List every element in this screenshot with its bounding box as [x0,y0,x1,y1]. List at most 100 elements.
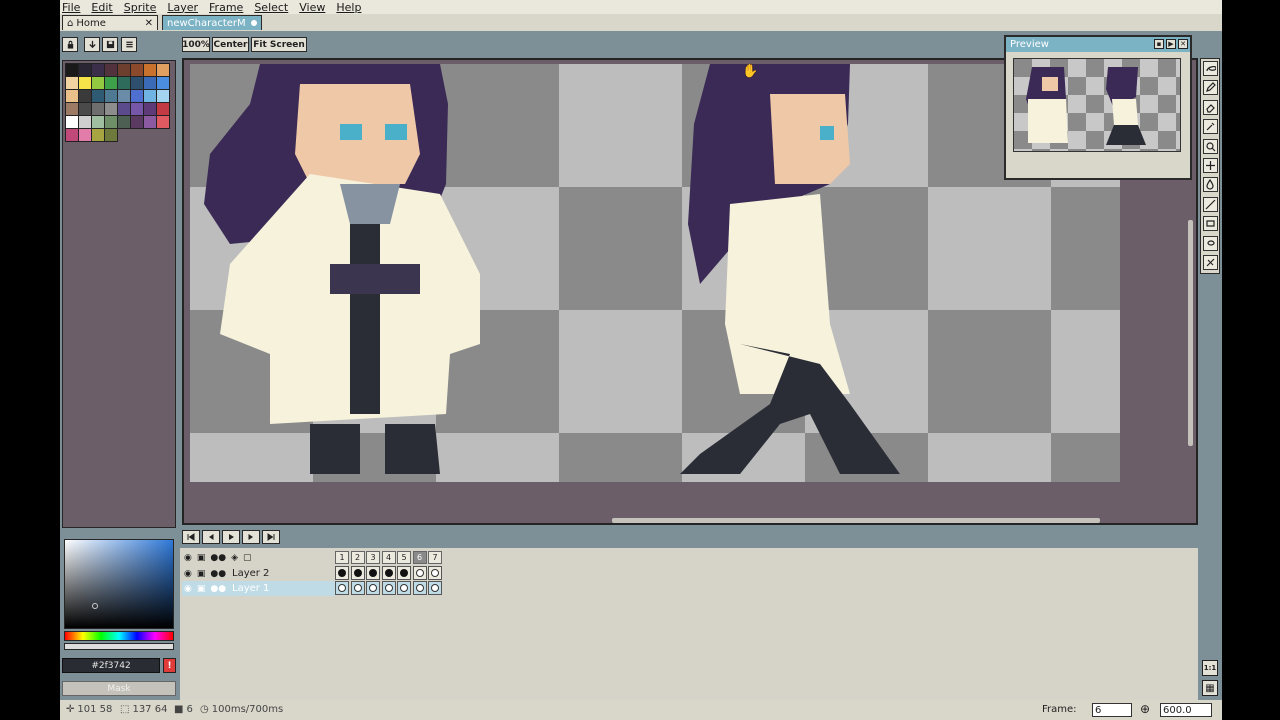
cel[interactable] [412,581,427,595]
one-to-one-button[interactable]: 1:1 [1202,660,1218,676]
palette-swatch[interactable] [104,128,118,142]
zoom-100-button[interactable]: 100% [182,37,210,52]
frame-header[interactable]: 3 [366,551,380,564]
palette-swatch[interactable] [104,102,118,116]
hex-color-field[interactable]: #2f3742 [62,658,160,673]
palette-swatch[interactable] [65,89,79,103]
palette-swatch[interactable] [91,115,105,129]
cel[interactable] [428,566,442,580]
palette-swatch[interactable] [78,102,92,116]
blur-tool-button[interactable] [1203,235,1218,251]
cel[interactable] [350,581,365,595]
palette-swatch[interactable] [65,63,79,77]
rectangle-tool-button[interactable] [1203,216,1218,232]
palette-swatch[interactable] [143,63,157,77]
close-icon[interactable]: ✕ [145,18,153,29]
layer-blend-icon[interactable]: ◈ [231,553,238,563]
palette-swatch[interactable] [117,76,131,90]
palette-swatch[interactable] [130,63,144,77]
eye-icon[interactable]: ◉ [184,584,192,594]
palette-swatch[interactable] [78,63,92,77]
palette-swatch[interactable] [130,115,144,129]
menu-help[interactable]: Help [336,1,361,14]
cel[interactable] [350,566,365,580]
menu-frame[interactable]: Frame [209,1,243,14]
center-button[interactable]: Center [212,37,249,52]
palette-swatch[interactable] [143,115,157,129]
palette-swatch[interactable] [117,63,131,77]
palette-swatch[interactable] [143,76,157,90]
palette-swatch[interactable] [156,63,170,77]
frame-header[interactable]: 2 [350,551,365,564]
cel[interactable] [381,581,396,595]
fill-tool-button[interactable] [1203,177,1218,193]
menu-file[interactable]: File [62,1,80,14]
palette-swatch[interactable] [117,89,131,103]
palette-swatch[interactable] [91,76,105,90]
palette-swatch[interactable] [130,76,144,90]
alpha-slider[interactable] [64,643,174,650]
layer-name[interactable]: Layer 2 [228,566,336,581]
cel[interactable] [428,581,442,595]
preview-window[interactable]: Preview ▪ ▶ ✕ [1004,35,1192,180]
pencil-tool-button[interactable] [1203,80,1218,96]
lock-button[interactable] [62,37,78,52]
palette-swatch[interactable] [104,76,118,90]
play-button[interactable] [222,530,240,544]
preview-collapse-button[interactable]: ▪ [1154,39,1164,49]
palette-swatch[interactable] [78,76,92,90]
zoom-in-icon[interactable]: ⊕ [1140,702,1150,716]
cel[interactable] [412,566,427,580]
save-button[interactable] [102,37,118,52]
line-tool-button[interactable] [1203,196,1218,212]
palette-swatch[interactable] [91,128,105,142]
eraser-tool-button[interactable] [1203,99,1218,115]
preview-play-button[interactable]: ▶ [1166,39,1176,49]
eye-icon[interactable]: ◉ [184,553,192,563]
palette-swatch[interactable] [156,76,170,90]
cel[interactable] [397,566,411,580]
frame-header[interactable]: 4 [381,551,396,564]
cel[interactable] [335,566,349,580]
tab-sprite-file[interactable]: newCharacterM [162,15,262,30]
menu-button[interactable] [121,37,137,52]
preview-close-button[interactable]: ✕ [1178,39,1188,49]
cel[interactable] [335,581,349,595]
palette-swatch[interactable] [104,63,118,77]
lock-icon[interactable]: ▣ [197,569,206,579]
menu-edit[interactable]: Edit [91,1,112,14]
download-button[interactable] [84,37,100,52]
frame-header[interactable]: 7 [428,551,442,564]
layer-name[interactable]: Layer 1 [228,581,336,596]
cel[interactable] [366,566,380,580]
first-frame-button[interactable] [182,530,200,544]
menu-select[interactable]: Select [254,1,288,14]
lock-icon[interactable]: ▣ [197,553,206,563]
frame-input[interactable]: 6 [1092,703,1132,717]
palette-swatch[interactable] [65,128,79,142]
hue-slider[interactable] [64,631,174,641]
menu-view[interactable]: View [299,1,325,14]
menu-layer[interactable]: Layer [167,1,198,14]
prev-frame-button[interactable] [202,530,220,544]
cel[interactable] [381,566,396,580]
fit-screen-button[interactable]: Fit Screen [251,37,307,52]
palette-swatch[interactable] [156,102,170,116]
frame-header[interactable]: 1 [335,551,349,564]
move-tool-button[interactable] [1203,158,1218,173]
layers-toggle-button[interactable]: ▦ [1202,680,1218,696]
layer-new-icon[interactable]: ▢ [243,553,252,563]
color-saturation-area[interactable] [64,539,174,629]
frame-header[interactable]: 6 [412,551,427,564]
jumble-tool-button[interactable] [1203,255,1218,270]
horizontal-scrollbar[interactable] [612,518,1100,523]
frame-header[interactable]: 5 [397,551,411,564]
cel[interactable] [397,581,411,595]
palette-swatch[interactable] [65,102,79,116]
palette-swatch[interactable] [156,89,170,103]
sprite-transparent-area[interactable]: ✋ [190,64,1120,482]
continuous-icon[interactable]: ●● [210,553,226,563]
last-frame-button[interactable] [262,530,280,544]
lasso-tool-button[interactable] [1203,61,1218,76]
palette-swatch[interactable] [91,89,105,103]
